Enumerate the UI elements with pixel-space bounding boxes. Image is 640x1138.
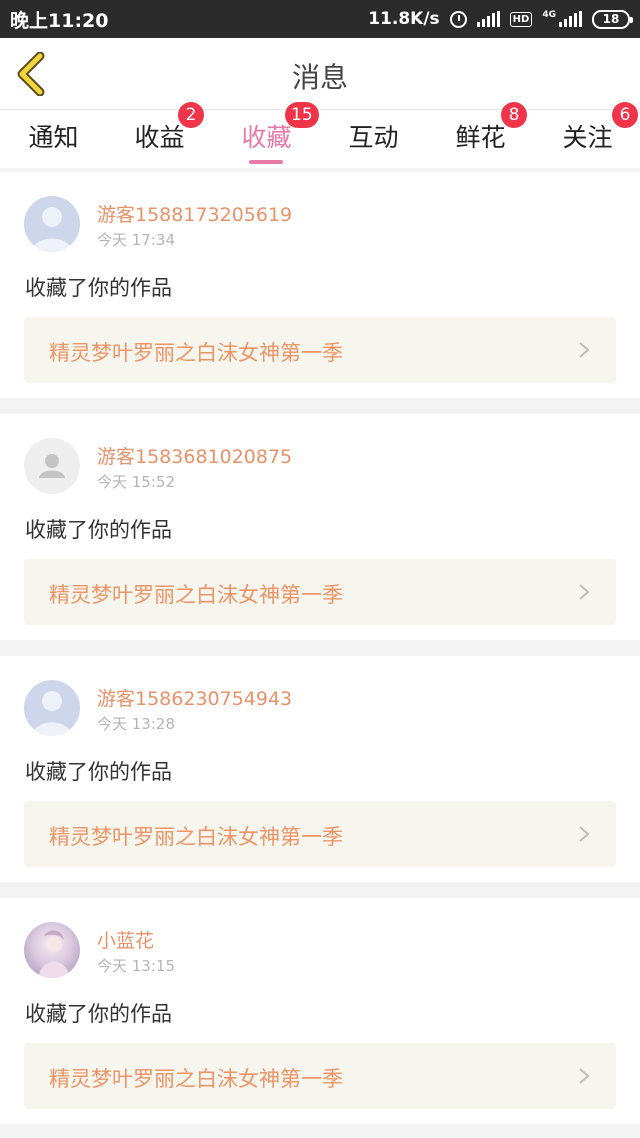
- status-bar: 晚上11:20 11.8K/s HD 4G 18: [0, 0, 640, 38]
- tab-earnings[interactable]: 收益 2: [106, 102, 213, 168]
- tab-label: 通知: [28, 123, 79, 152]
- nav-bar: 消息: [0, 38, 640, 110]
- action-text: 收藏了你的作品: [25, 276, 172, 300]
- avatar[interactable]: [24, 922, 80, 978]
- chevron-right-icon: [579, 1068, 590, 1084]
- work-link[interactable]: 精灵梦叶罗丽之白沫女神第一季: [24, 801, 616, 867]
- message-card: 小蓝花 今天 13:15 收藏了你的作品 精灵梦叶罗丽之白沫女神第一季: [0, 898, 640, 1124]
- user-photo-avatar: [24, 922, 80, 978]
- tab-label: 收藏: [241, 123, 292, 152]
- status-time: 晚上11:20: [10, 9, 109, 32]
- tab-badge: 2: [178, 102, 204, 128]
- user-avatar-icon: [24, 196, 80, 252]
- chevron-right-icon: [579, 826, 590, 842]
- user-avatar-icon: [24, 438, 80, 494]
- work-link[interactable]: 精灵梦叶罗丽之白沫女神第一季: [24, 1043, 616, 1109]
- work-title: 精灵梦叶罗丽之白沫女神第一季: [49, 1067, 343, 1091]
- username[interactable]: 游客1588173205619: [97, 200, 292, 227]
- message-card: 游客1588173205619 今天 17:34 收藏了你的作品 精灵梦叶罗丽之…: [0, 172, 640, 398]
- message-card: 游客1583681020875 今天 15:52 收藏了你的作品 精灵梦叶罗丽之…: [0, 414, 640, 640]
- action-text: 收藏了你的作品: [25, 1002, 172, 1026]
- alarm-icon: [449, 10, 467, 28]
- action-text: 收藏了你的作品: [25, 760, 172, 784]
- action-text: 收藏了你的作品: [25, 518, 172, 542]
- tab-badge: 8: [501, 102, 527, 128]
- work-link[interactable]: 精灵梦叶罗丽之白沫女神第一季: [24, 317, 616, 383]
- network-type: 4G: [542, 10, 556, 20]
- tab-notifications[interactable]: 通知: [0, 110, 107, 168]
- timestamp: 今天 15:52: [97, 473, 175, 491]
- battery-level: 18: [602, 12, 620, 26]
- status-icons: 11.8K/s HD 4G 18: [368, 9, 633, 29]
- tab-label: 关注: [562, 123, 613, 152]
- work-title: 精灵梦叶罗丽之白沫女神第一季: [49, 341, 343, 365]
- work-link[interactable]: 精灵梦叶罗丽之白沫女神第一季: [24, 559, 616, 625]
- active-tab-indicator: [249, 160, 283, 164]
- signal-icon: [476, 11, 500, 27]
- tab-interactions[interactable]: 互动: [320, 110, 427, 168]
- avatar[interactable]: [24, 680, 80, 736]
- tab-badge: 6: [612, 102, 638, 128]
- username[interactable]: 小蓝花: [97, 926, 154, 953]
- chevron-right-icon: [579, 342, 590, 358]
- battery-icon: 18: [592, 9, 633, 29]
- tab-label: 收益: [134, 123, 185, 152]
- page-title: 消息: [291, 61, 348, 94]
- tab-flowers[interactable]: 鲜花 8: [427, 102, 534, 168]
- work-title: 精灵梦叶罗丽之白沫女神第一季: [49, 825, 343, 849]
- username[interactable]: 游客1586230754943: [97, 684, 292, 711]
- avatar[interactable]: [24, 196, 80, 252]
- tab-label: 互动: [348, 123, 399, 152]
- message-list: 游客1588173205619 今天 17:34 收藏了你的作品 精灵梦叶罗丽之…: [0, 172, 640, 1138]
- timestamp: 今天 13:15: [97, 957, 175, 975]
- tab-badge: 15: [285, 102, 319, 128]
- work-title: 精灵梦叶罗丽之白沫女神第一季: [49, 583, 343, 607]
- timestamp: 今天 13:28: [97, 715, 175, 733]
- tab-follows[interactable]: 关注 6: [534, 102, 640, 168]
- tab-favorites[interactable]: 收藏 15: [213, 102, 320, 168]
- signal-icon-2: [559, 11, 582, 27]
- timestamp: 今天 17:34: [97, 231, 175, 249]
- avatar[interactable]: [24, 438, 80, 494]
- tab-bar: 通知 收益 2 收藏 15 互动 鲜花 8 关注 6: [0, 102, 640, 168]
- message-card: 游客1586230754943 今天 13:28 收藏了你的作品 精灵梦叶罗丽之…: [0, 656, 640, 882]
- tab-label: 鲜花: [455, 123, 506, 152]
- hd-icon: HD: [509, 11, 533, 27]
- chevron-right-icon: [579, 584, 590, 600]
- username[interactable]: 游客1583681020875: [97, 442, 292, 469]
- user-avatar-icon: [24, 680, 80, 736]
- net-speed: 11.8K/s: [368, 9, 440, 29]
